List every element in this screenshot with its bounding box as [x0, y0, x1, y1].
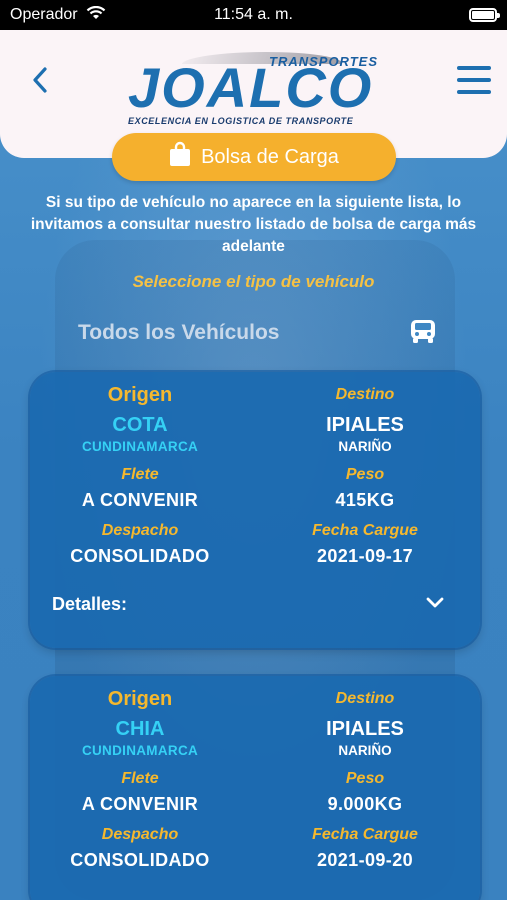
fecha-cargue-cell: Fecha Cargue 2021-09-17 [255, 522, 475, 567]
peso-cell: Peso 9.000KG [255, 770, 475, 815]
shopping-bag-icon [169, 141, 191, 173]
origen-city: COTA [112, 414, 168, 436]
despacho-cell: Despacho CONSOLIDADO [30, 826, 250, 871]
despacho-value: CONSOLIDADO [70, 546, 210, 566]
carrier-label: Operador [10, 6, 78, 23]
destino-label: Destino [335, 690, 395, 707]
intro-text: Si su tipo de vehículo no aparece en la … [30, 194, 477, 255]
peso-label: Peso [345, 770, 385, 787]
origen-city: CHIA [115, 718, 165, 740]
status-time: 11:54 a. m. [214, 6, 293, 23]
wifi-icon [86, 5, 106, 25]
fecha-cargue-value: 2021-09-17 [316, 546, 414, 566]
destino-value-cell: IPIALES NARIÑO [255, 414, 475, 454]
flete-cell: Flete A CONVENIR [30, 466, 250, 511]
flete-cell: Flete A CONVENIR [30, 770, 250, 815]
origen-value-cell: COTA CUNDINAMARCA [30, 414, 250, 454]
destino-city: IPIALES [326, 718, 404, 740]
origen-label: Origen [107, 688, 173, 710]
destino-department: NARIÑO [338, 743, 392, 758]
destino-department: NARIÑO [338, 439, 392, 454]
origen-department: CUNDINAMARCA [81, 743, 199, 758]
bolsa-button-label: Bolsa de Carga [201, 145, 339, 168]
peso-label: Peso [345, 466, 385, 483]
status-left: Operador [10, 5, 106, 25]
chevron-left-icon [32, 66, 48, 99]
origen-label: Origen [107, 384, 173, 406]
peso-cell: Peso 415KG [255, 466, 475, 511]
origen-value-cell: CHIA CUNDINAMARCA [30, 718, 250, 758]
destino-cell: Destino [255, 690, 475, 708]
fecha-cargue-value: 2021-09-20 [316, 850, 414, 870]
origen-department: CUNDINAMARCA [81, 439, 199, 454]
despacho-label: Despacho [101, 826, 179, 843]
logo-subtitle: EXCELENCIA EN LOGISTICA DE TRANSPORTE [128, 116, 354, 126]
peso-value: 9.000KG [327, 794, 403, 814]
details-label: Detalles: [52, 594, 128, 614]
vehicle-select-value: Todos los Vehículos [78, 321, 280, 344]
logo-main-text: JOALCO [128, 56, 374, 119]
details-toggle[interactable]: Detalles: [52, 594, 444, 615]
destino-value-cell: IPIALES NARIÑO [255, 718, 475, 758]
fecha-cargue-label: Fecha Cargue [312, 826, 418, 843]
despacho-value: CONSOLIDADO [70, 850, 210, 870]
joalco-logo: TRANSPORTES JOALCO EXCELENCIA EN LOGISTI… [128, 46, 380, 132]
flete-value: A CONVENIR [81, 490, 199, 510]
status-bar: Operador 11:54 a. m. [0, 0, 507, 30]
battery-icon [469, 8, 500, 22]
despacho-cell: Despacho CONSOLIDADO [30, 522, 250, 567]
load-card[interactable]: Origen Destino COTA CUNDINAMARCA IPIALES… [30, 372, 480, 648]
select-vehicle-label: Seleccione el tipo de vehículo [132, 272, 375, 291]
hamburger-menu-icon[interactable] [457, 66, 491, 94]
chevron-down-icon[interactable] [426, 596, 444, 614]
destino-label: Destino [335, 386, 395, 403]
origen-cell: Origen [30, 688, 250, 711]
peso-value: 415KG [335, 490, 395, 510]
flete-label: Flete [121, 466, 159, 483]
flete-label: Flete [121, 770, 159, 787]
back-button[interactable] [28, 64, 52, 100]
destino-cell: Destino [255, 386, 475, 404]
fecha-cargue-label: Fecha Cargue [312, 522, 418, 539]
load-card[interactable]: Origen Destino CHIA CUNDINAMARCA IPIALES… [30, 676, 480, 900]
despacho-label: Despacho [101, 522, 179, 539]
bolsa-de-carga-button[interactable]: Bolsa de Carga [112, 133, 396, 181]
fecha-cargue-cell: Fecha Cargue 2021-09-20 [255, 826, 475, 871]
origen-cell: Origen [30, 384, 250, 407]
truck-icon [409, 317, 437, 350]
destino-city: IPIALES [326, 414, 404, 436]
vehicle-type-select[interactable]: Todos los Vehículos [78, 316, 437, 350]
flete-value: A CONVENIR [81, 794, 199, 814]
